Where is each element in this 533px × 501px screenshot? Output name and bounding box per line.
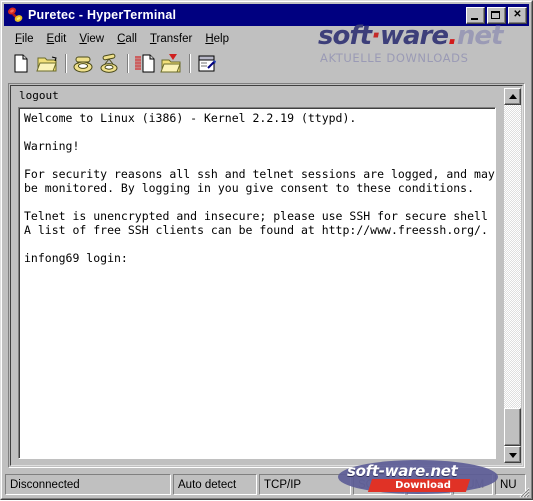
close-button[interactable]: ✕ (508, 6, 527, 24)
terminal-vertical-scrollbar[interactable] (504, 88, 521, 463)
menu-accel-help: H (205, 32, 214, 45)
toolbar (4, 50, 529, 77)
call-icon[interactable] (71, 52, 95, 75)
toolbar-separator-1 (65, 54, 67, 73)
menu-accel-file: F (15, 32, 23, 45)
menu-item-help[interactable]: Help (199, 31, 236, 47)
window-resize-grip[interactable] (516, 484, 530, 498)
send-file-icon[interactable] (133, 52, 157, 75)
scrollbar-track[interactable] (504, 105, 521, 446)
maximize-button[interactable] (487, 6, 506, 24)
menu-item-view[interactable]: View (73, 31, 111, 47)
menu-rest-help: elp (213, 32, 230, 45)
scrollbar-thumb[interactable] (504, 408, 521, 446)
receive-file-icon[interactable] (159, 52, 183, 75)
menu-bar: File Edit View Call Transfer Help (4, 29, 529, 48)
hyperterminal-window: Puretec - HyperTerminal ✕ File Edit View… (0, 0, 533, 500)
status-caps-indicator: CAPS (407, 474, 451, 495)
menu-rest-call: all (125, 32, 137, 45)
status-num-indicator: NUM (453, 474, 493, 495)
menu-accel-transfer: T (149, 32, 157, 45)
terminal-output-text: Welcome to Linux (i386) - Kernel 2.2.19 … (24, 111, 495, 265)
scroll-up-arrow-icon (508, 93, 517, 99)
menu-rest-view: iew (86, 32, 105, 45)
phone-handset-icon (6, 6, 24, 24)
status-bar: Disconnected Auto detect TCP/IP SCROLL C… (5, 474, 528, 495)
open-folder-icon[interactable] (35, 52, 59, 75)
toolbar-separator-2 (127, 54, 129, 73)
menu-rest-transfer: ransfer (156, 32, 193, 45)
status-protocol: TCP/IP (259, 474, 351, 495)
status-scroll-indicator: SCROLL (353, 474, 405, 495)
properties-icon[interactable] (195, 52, 219, 75)
menu-item-call[interactable]: Call (111, 31, 144, 47)
hang-up-icon[interactable] (97, 52, 121, 75)
new-connection-icon[interactable] (9, 52, 33, 75)
window-controls: ✕ (466, 6, 527, 24)
scroll-down-arrow-icon (508, 452, 517, 458)
terminal-screen[interactable]: Welcome to Linux (i386) - Kernel 2.2.19 … (18, 107, 496, 459)
menu-item-transfer[interactable]: Transfer (144, 31, 199, 47)
menu-rest-file: ile (22, 32, 34, 45)
status-auto-detect: Auto detect (173, 474, 257, 495)
scroll-up-button[interactable] (504, 88, 521, 105)
title-bar[interactable]: Puretec - HyperTerminal ✕ (4, 4, 529, 26)
menu-accel-view: V (79, 32, 87, 45)
scrollback-logout-line: logout (19, 89, 59, 102)
menu-item-file[interactable]: File (9, 31, 41, 47)
close-icon: ✕ (513, 9, 522, 20)
minimize-button[interactable] (466, 6, 485, 24)
menu-rest-edit: dit (54, 32, 67, 45)
scroll-down-button[interactable] (504, 446, 521, 463)
menu-item-edit[interactable]: Edit (41, 31, 74, 47)
toolbar-separator-3 (189, 54, 191, 73)
status-connection-state: Disconnected (5, 474, 171, 495)
window-title: Puretec - HyperTerminal (28, 8, 177, 22)
terminal-client-area: logout Welcome to Linux (i386) - Kernel … (8, 83, 525, 468)
